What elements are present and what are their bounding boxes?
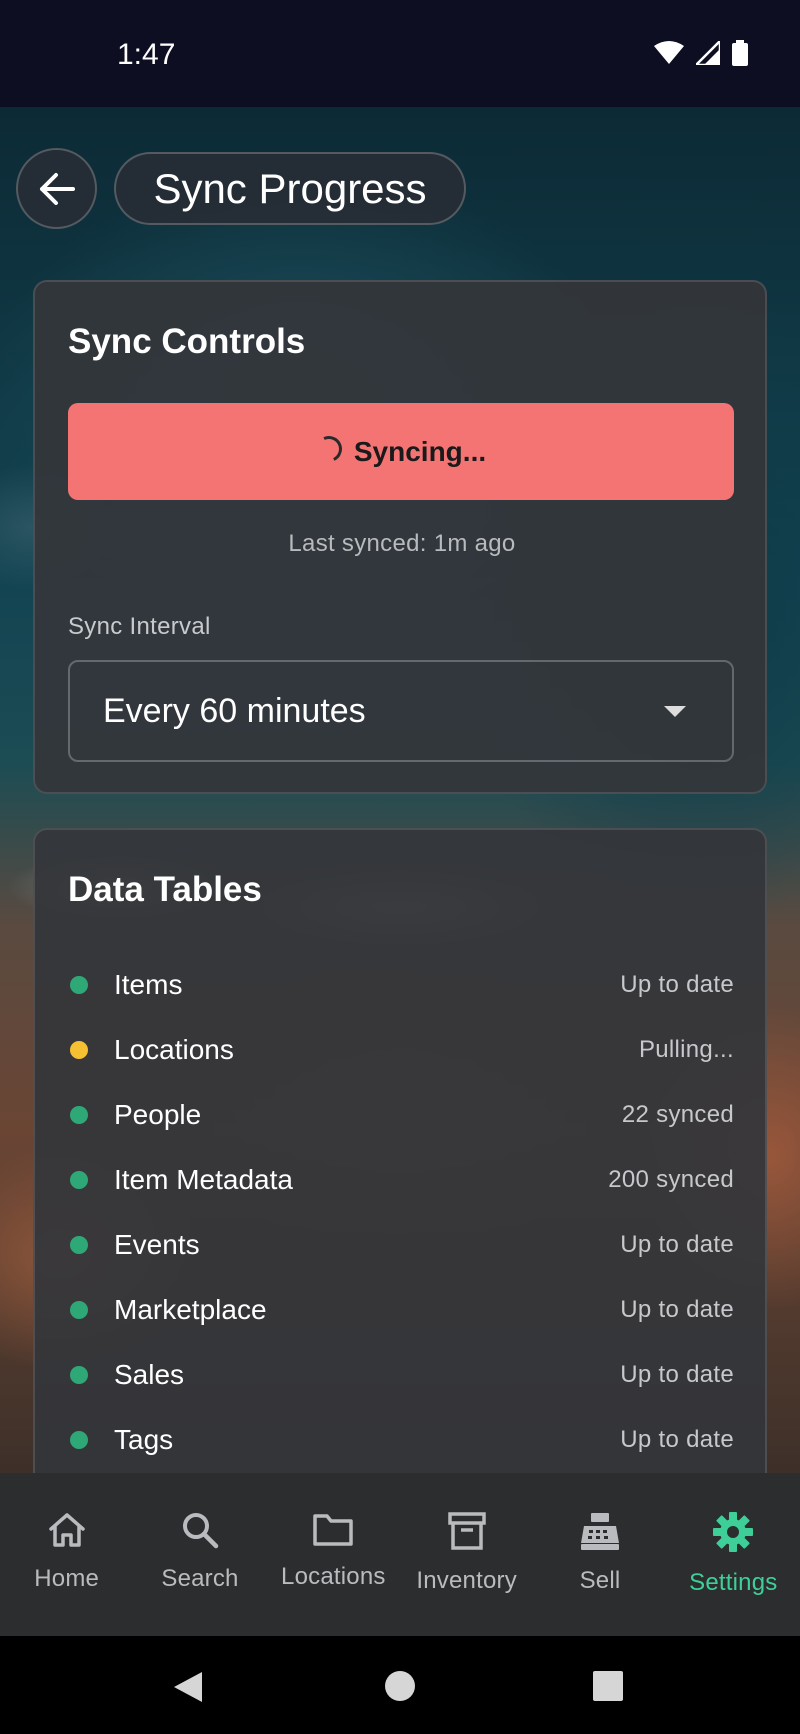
table-row: Items Up to date <box>68 952 734 1017</box>
battery-icon <box>732 40 748 66</box>
table-name: Items <box>114 968 183 1000</box>
last-synced-text: Last synced: 1m ago <box>288 530 516 557</box>
status-time: 1:47 <box>117 38 176 71</box>
table-row: Tags Up to date <box>68 1407 734 1472</box>
sync-interval-label: Sync Interval <box>68 613 211 640</box>
folder-icon <box>313 1514 354 1546</box>
status-dot <box>70 1170 88 1189</box>
table-row: People 22 synced <box>68 1082 734 1147</box>
status-dot <box>70 975 88 994</box>
loading-spinner-icon <box>312 431 346 466</box>
status-dot <box>70 1235 88 1254</box>
status-icons <box>654 40 748 66</box>
nav-item-home[interactable]: Home <box>0 1473 133 1636</box>
table-name: Item Metadata <box>114 1163 293 1195</box>
sync-controls-title: Sync Controls <box>68 322 306 361</box>
data-tables-list: Items Up to date Locations Pulling... Pe… <box>68 952 734 1472</box>
table-row: Item Metadata 200 synced <box>68 1147 734 1212</box>
nav-item-inventory[interactable]: Inventory <box>400 1473 533 1636</box>
table-name: Tags <box>114 1423 174 1455</box>
table-row: Locations Pulling... <box>68 1017 734 1082</box>
nav-label: Settings <box>689 1569 778 1596</box>
table-status: Pulling... <box>638 1035 734 1063</box>
sync-button[interactable]: Syncing... <box>68 403 734 500</box>
archive-icon <box>447 1512 486 1550</box>
search-icon <box>182 1513 219 1549</box>
status-dot <box>70 1300 88 1319</box>
sync-button-label: Syncing... <box>353 435 487 467</box>
nav-label: Sell <box>579 1567 621 1594</box>
page-title: Sync Progress <box>114 152 466 225</box>
arrow-left-icon <box>39 172 75 205</box>
nav-item-locations[interactable]: Locations <box>267 1473 400 1636</box>
status-bar: 1:47 <box>0 0 800 107</box>
system-home-icon[interactable] <box>384 1670 416 1702</box>
chevron-down-icon <box>664 706 686 717</box>
nav-item-sell[interactable]: Sell <box>533 1473 666 1636</box>
table-status: Up to date <box>620 1425 734 1453</box>
table-row: Sales Up to date <box>68 1342 734 1407</box>
sync-interval-select[interactable]: Every 60 minutes <box>68 660 734 762</box>
home-icon <box>48 1513 85 1547</box>
table-status: Up to date <box>620 1295 734 1323</box>
table-status: 200 synced <box>608 1165 734 1193</box>
table-status: 22 synced <box>621 1100 734 1128</box>
signal-icon <box>696 41 720 65</box>
cash-register-icon <box>580 1513 619 1550</box>
wifi-icon <box>654 41 684 64</box>
table-status: Up to date <box>620 1230 734 1258</box>
sync-interval-value: Every 60 minutes <box>103 691 366 730</box>
status-dot <box>70 1430 88 1449</box>
gear-icon <box>713 1512 754 1552</box>
table-row: Marketplace Up to date <box>68 1277 734 1342</box>
nav-label: Search <box>161 1565 239 1592</box>
system-recents-icon[interactable] <box>592 1670 624 1702</box>
system-navigation-bar <box>0 1636 800 1734</box>
nav-label: Home <box>34 1565 100 1592</box>
sync-controls-card: Sync Controls Syncing... Last synced: 1m… <box>33 280 767 794</box>
system-back-icon[interactable] <box>172 1670 204 1704</box>
table-name: People <box>114 1098 202 1130</box>
table-row: Events Up to date <box>68 1212 734 1277</box>
table-name: Events <box>114 1228 200 1260</box>
status-dot <box>70 1040 88 1059</box>
status-dot <box>70 1105 88 1124</box>
data-tables-card: Data Tables Items Up to date Locations P… <box>33 828 767 1488</box>
table-name: Locations <box>114 1033 234 1065</box>
data-tables-title: Data Tables <box>68 870 262 909</box>
nav-item-search[interactable]: Search <box>133 1473 266 1636</box>
nav-label: Inventory <box>416 1567 517 1594</box>
table-name: Marketplace <box>114 1293 267 1325</box>
nav-item-settings[interactable]: Settings <box>667 1473 800 1636</box>
table-status: Up to date <box>620 1360 734 1388</box>
back-button[interactable] <box>16 148 97 229</box>
table-name: Sales <box>114 1358 185 1390</box>
status-dot <box>70 1365 88 1384</box>
table-status: Up to date <box>620 970 734 998</box>
bottom-navigation: Home Search Locations Inventory Sell Set… <box>0 1473 800 1636</box>
nav-label: Locations <box>281 1563 386 1590</box>
